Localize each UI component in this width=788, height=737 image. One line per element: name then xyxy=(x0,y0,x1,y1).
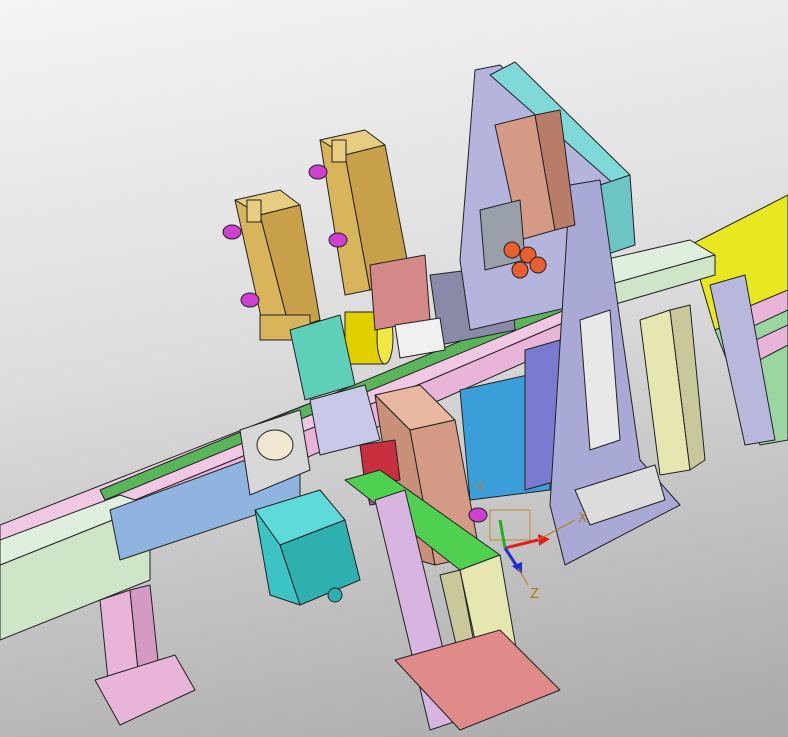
yellow-conveyor[interactable] xyxy=(689,194,788,446)
drive-motor[interactable] xyxy=(254,489,361,606)
cad-viewport[interactable]: X Y Z xyxy=(0,0,788,737)
x-axis-arrow xyxy=(504,538,539,550)
y-axis-label: Y xyxy=(475,481,484,496)
x-axis-label: X xyxy=(578,511,587,526)
y-axis-arrow xyxy=(498,519,507,549)
assembly-model[interactable]: X Y Z xyxy=(0,0,788,737)
gripper-left[interactable] xyxy=(234,189,321,341)
z-axis-label: Z xyxy=(530,587,539,602)
front-valve[interactable] xyxy=(468,507,488,523)
left-support-leg[interactable] xyxy=(94,584,196,726)
